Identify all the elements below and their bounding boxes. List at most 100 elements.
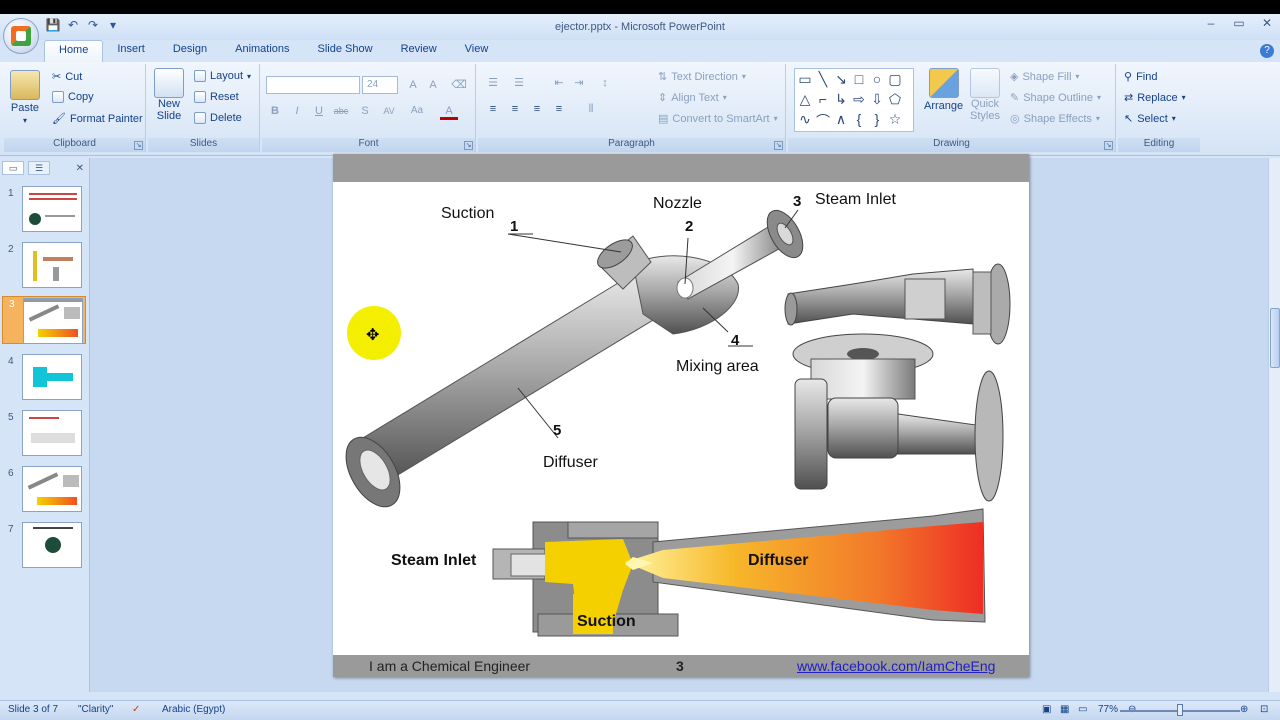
zoom-slider-knob[interactable] bbox=[1177, 704, 1183, 716]
shape-effects-button[interactable]: ◎ Shape Effects ▾ bbox=[1010, 112, 1100, 126]
align-text-button[interactable]: ⇕ Align Text ▾ bbox=[658, 91, 727, 105]
cut-button[interactable]: ✂ Cut bbox=[52, 70, 82, 84]
freeform-shape-icon[interactable]: ∧ bbox=[833, 111, 849, 128]
slide-thumbnail-4[interactable]: 4 bbox=[2, 354, 86, 402]
layout-button[interactable]: Layout ▾ bbox=[194, 70, 251, 82]
align-right-icon[interactable]: ≡ bbox=[528, 100, 546, 118]
slideshow-view-icon[interactable]: ▭ bbox=[1078, 704, 1087, 715]
shape-outline-button[interactable]: ✎ Shape Outline ▾ bbox=[1010, 91, 1101, 105]
increase-indent-icon[interactable]: ⇥ bbox=[570, 74, 588, 92]
shapes-gallery[interactable]: ▭ ╲ ↘ □ ○ ▢ △ ⌐ ↳ ⇨ ⇩ ⬠ ∿ ⌒ ∧ { } ☆ bbox=[794, 68, 914, 132]
tab-review[interactable]: Review bbox=[387, 40, 451, 62]
font-size-combo[interactable]: 24 bbox=[362, 76, 398, 94]
slide-thumbnail-7[interactable]: 7 bbox=[2, 522, 86, 570]
line-spacing-icon[interactable]: ↕ bbox=[596, 74, 614, 92]
rectangle-shape-icon[interactable]: □ bbox=[851, 71, 867, 87]
close-button[interactable]: ✕ bbox=[1260, 16, 1274, 30]
down-arrow-shape-icon[interactable]: ⇩ bbox=[869, 91, 885, 108]
normal-view-icon[interactable]: ▣ bbox=[1042, 704, 1051, 715]
curve-shape-icon[interactable]: ∿ bbox=[797, 111, 813, 128]
change-case-button[interactable]: Aa bbox=[408, 102, 426, 120]
italic-button[interactable]: I bbox=[288, 102, 306, 120]
clear-formatting-icon[interactable]: ⌫ bbox=[450, 76, 468, 94]
delete-button[interactable]: Delete bbox=[194, 112, 242, 124]
slide-thumbnail-1[interactable]: 1 bbox=[2, 186, 86, 234]
new-slide-button[interactable]: New Slide bbox=[154, 68, 184, 122]
strikethrough-button[interactable]: abc bbox=[332, 102, 350, 120]
font-name-combo[interactable] bbox=[266, 76, 360, 94]
maximize-button[interactable]: ▭ bbox=[1232, 16, 1246, 30]
brace-left-shape-icon[interactable]: { bbox=[851, 111, 867, 127]
line-shape-icon[interactable]: ╲ bbox=[815, 71, 831, 88]
right-arrow-shape-icon[interactable]: ⇨ bbox=[851, 91, 867, 108]
format-painter-button[interactable]: 🖌 Format Painter bbox=[52, 112, 143, 126]
triangle-shape-icon[interactable]: △ bbox=[797, 91, 813, 108]
tab-animations[interactable]: Animations bbox=[221, 40, 303, 62]
convert-smartart-button[interactable]: ▤ Convert to SmartArt ▾ bbox=[658, 112, 778, 126]
align-center-icon[interactable]: ≡ bbox=[506, 100, 524, 118]
shadow-button[interactable]: S bbox=[356, 102, 374, 120]
brace-right-shape-icon[interactable]: } bbox=[869, 111, 885, 127]
slides-tab-icon[interactable]: ▭ bbox=[2, 161, 24, 175]
language-indicator[interactable]: Arabic (Egypt) bbox=[162, 704, 225, 715]
elbow-connector-icon[interactable]: ⌐ bbox=[815, 91, 831, 107]
arc-shape-icon[interactable]: ⌒ bbox=[815, 111, 831, 131]
scrollbar-thumb[interactable] bbox=[1270, 308, 1280, 368]
bold-button[interactable]: B bbox=[266, 102, 284, 120]
slide-thumbnail-5[interactable]: 5 bbox=[2, 410, 86, 458]
arrange-button[interactable]: Arrange bbox=[924, 68, 963, 112]
numbering-icon[interactable]: ☰ bbox=[510, 74, 528, 92]
font-color-button[interactable]: A bbox=[440, 102, 458, 120]
clipboard-launcher-icon[interactable]: ↘ bbox=[134, 141, 143, 150]
character-spacing-button[interactable]: AV bbox=[380, 102, 398, 120]
pane-close-icon[interactable]: ✕ bbox=[76, 163, 84, 174]
grow-font-icon[interactable]: A bbox=[404, 76, 422, 94]
tab-design[interactable]: Design bbox=[159, 40, 221, 62]
tab-insert[interactable]: Insert bbox=[103, 40, 159, 62]
select-button[interactable]: ↖ Select ▾ bbox=[1124, 112, 1176, 126]
elbow-arrow-icon[interactable]: ↳ bbox=[833, 91, 849, 108]
vertical-scrollbar[interactable] bbox=[1268, 158, 1280, 692]
slide-thumbnail-6[interactable]: 6 bbox=[2, 466, 86, 514]
font-launcher-icon[interactable]: ↘ bbox=[464, 141, 473, 150]
tab-home[interactable]: Home bbox=[44, 40, 104, 62]
slide-sorter-icon[interactable]: ▦ bbox=[1060, 704, 1069, 715]
office-button[interactable] bbox=[3, 18, 39, 54]
footer-facebook-link[interactable]: www.facebook.com/IamCheEng bbox=[797, 658, 995, 674]
arrow-shape-icon[interactable]: ↘ bbox=[833, 71, 849, 88]
shrink-font-icon[interactable]: A bbox=[424, 76, 442, 94]
slide-3[interactable]: Suction 1 Nozzle 2 3 Steam Inlet 4 Mixin… bbox=[333, 154, 1029, 677]
align-left-icon[interactable]: ≡ bbox=[484, 100, 502, 118]
slide-thumbnail-2[interactable]: 2 bbox=[2, 242, 86, 290]
quick-styles-button[interactable]: Quick Styles bbox=[970, 68, 1000, 122]
decrease-indent-icon[interactable]: ⇤ bbox=[550, 74, 568, 92]
underline-button[interactable]: U bbox=[310, 102, 328, 120]
zoom-level[interactable]: 77% bbox=[1098, 704, 1118, 715]
justify-icon[interactable]: ≡ bbox=[550, 100, 568, 118]
help-icon[interactable]: ? bbox=[1260, 44, 1274, 58]
paragraph-launcher-icon[interactable]: ↘ bbox=[774, 141, 783, 150]
shape-fill-button[interactable]: ◈ Shape Fill ▾ bbox=[1010, 70, 1079, 84]
drawing-launcher-icon[interactable]: ↘ bbox=[1104, 141, 1113, 150]
zoom-in-icon[interactable]: ⊕ bbox=[1240, 704, 1248, 715]
paste-button[interactable]: Paste ▾ bbox=[10, 70, 40, 125]
fit-to-window-icon[interactable]: ⊡ bbox=[1260, 704, 1268, 715]
rounded-rect-shape-icon[interactable]: ▢ bbox=[887, 71, 903, 88]
slide-thumbnail-3[interactable]: 3 bbox=[2, 296, 86, 344]
bullets-icon[interactable]: ☰ bbox=[484, 74, 502, 92]
tab-view[interactable]: View bbox=[451, 40, 503, 62]
minimize-button[interactable]: – bbox=[1204, 16, 1218, 30]
outline-tab-icon[interactable]: ☰ bbox=[28, 161, 50, 175]
spellcheck-icon[interactable]: ✓ bbox=[132, 704, 140, 715]
tab-slide-show[interactable]: Slide Show bbox=[304, 40, 387, 62]
text-direction-button[interactable]: ⇅ Text Direction ▾ bbox=[658, 70, 746, 84]
textbox-shape-icon[interactable]: ▭ bbox=[797, 71, 813, 88]
star-shape-icon[interactable]: ☆ bbox=[887, 111, 903, 128]
oval-shape-icon[interactable]: ○ bbox=[869, 71, 885, 87]
reset-button[interactable]: Reset bbox=[194, 91, 239, 103]
copy-button[interactable]: Copy bbox=[52, 91, 94, 103]
columns-icon[interactable]: ⫴ bbox=[582, 100, 600, 118]
pentagon-shape-icon[interactable]: ⬠ bbox=[887, 91, 903, 108]
find-button[interactable]: ⚲ Find bbox=[1124, 70, 1157, 84]
replace-button[interactable]: ⇄ Replace ▾ bbox=[1124, 91, 1186, 105]
